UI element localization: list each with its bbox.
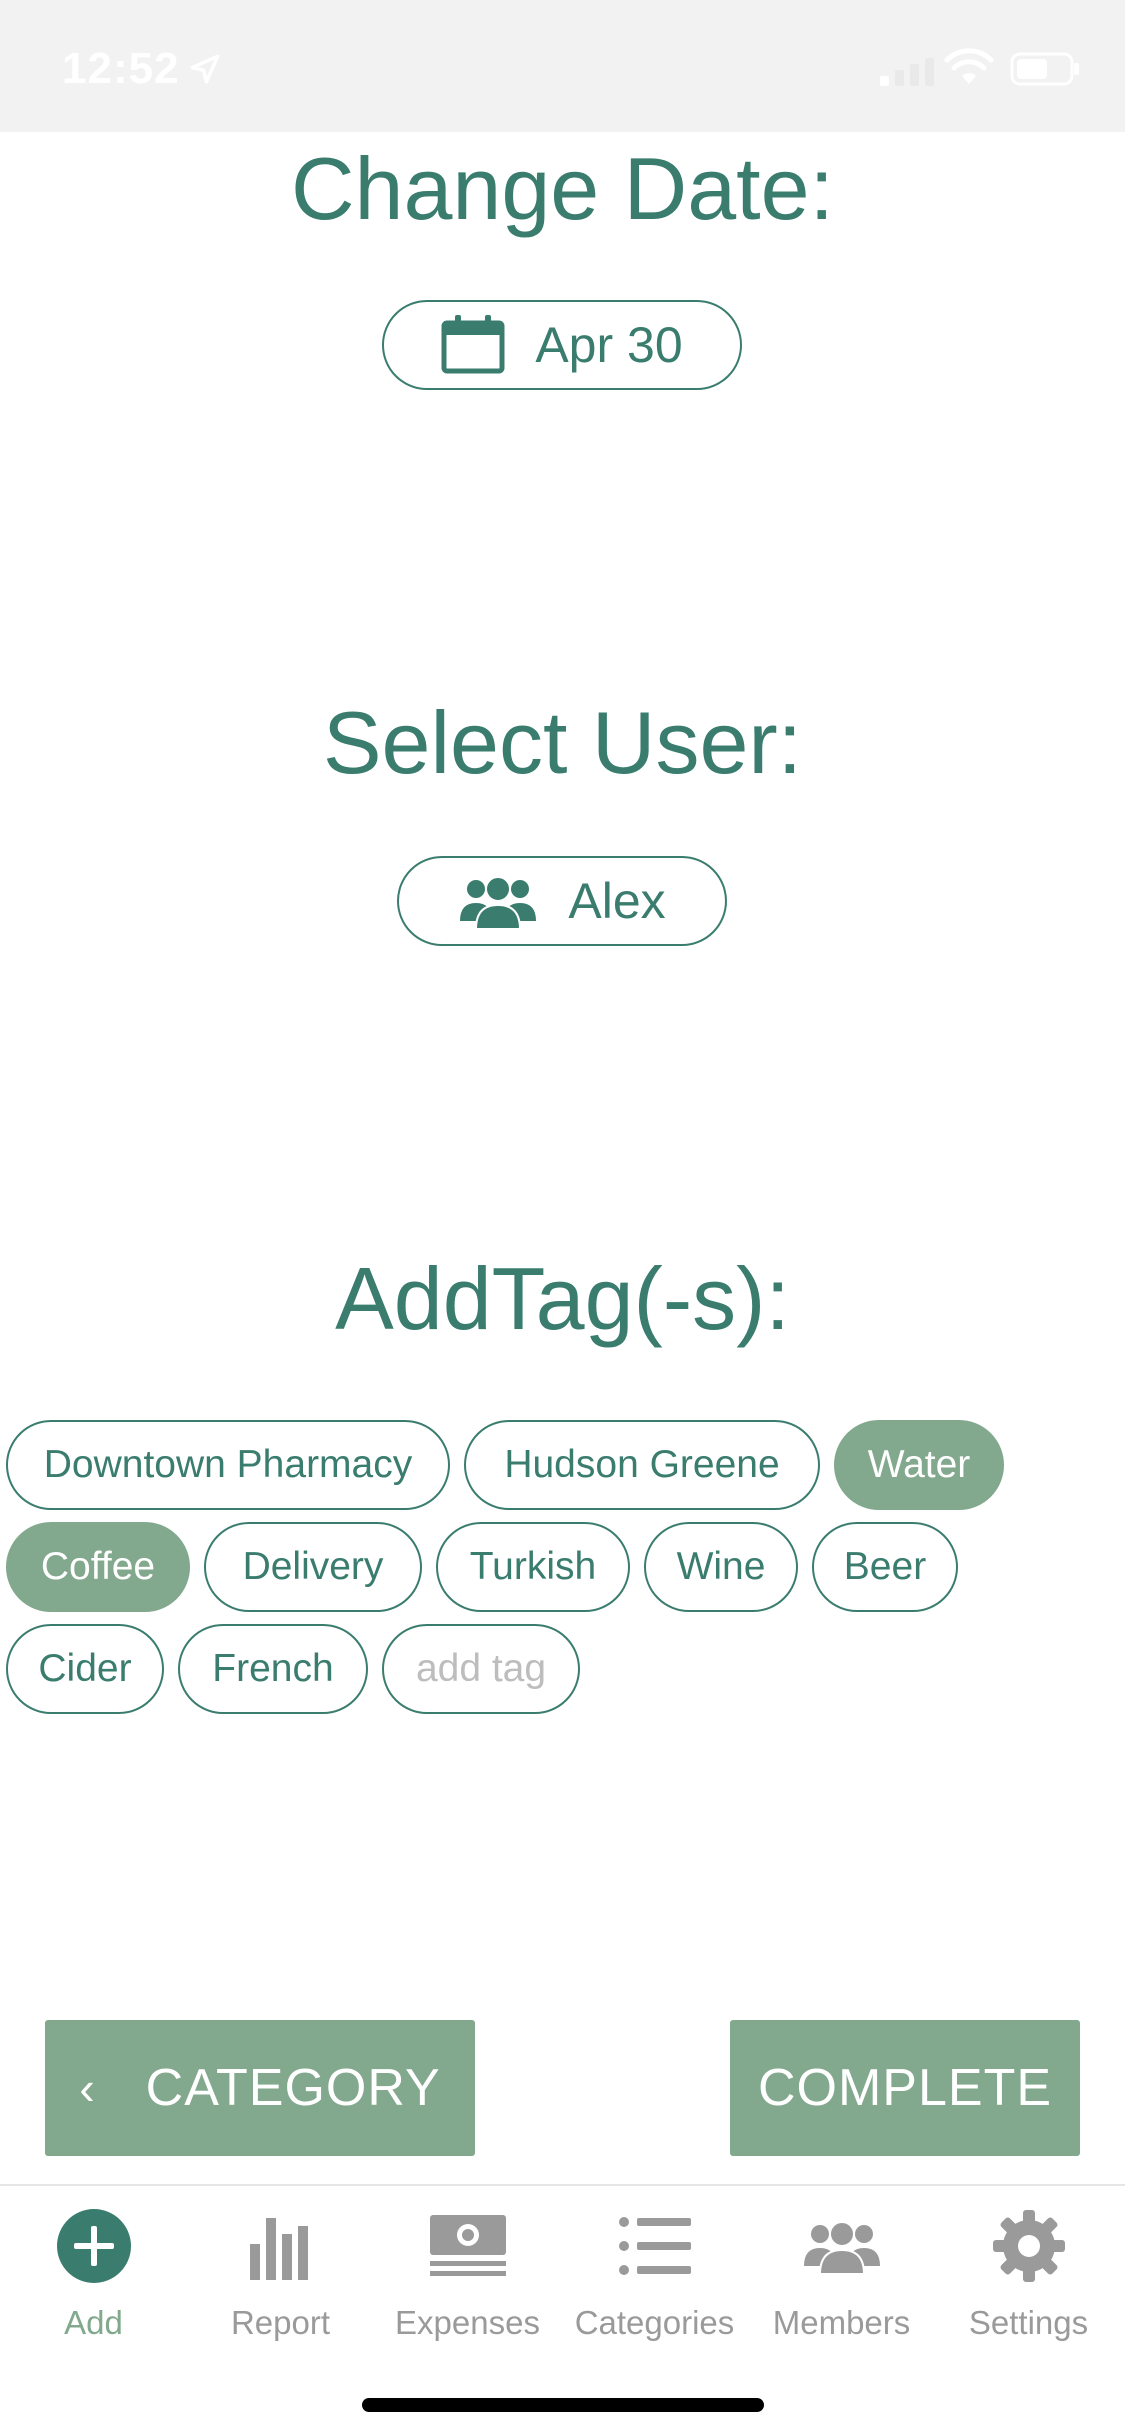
- battery-icon: [1010, 52, 1079, 86]
- home-indicator[interactable]: [362, 2398, 764, 2412]
- select-user-title: Select User:: [322, 693, 803, 792]
- status-bar: 12:52: [0, 0, 1125, 132]
- tag-chip-selected[interactable]: Coffee: [6, 1522, 190, 1612]
- group-icon: [803, 2221, 880, 2274]
- calendar-icon: [441, 315, 505, 374]
- user-value: Alex: [568, 873, 666, 929]
- tab-members[interactable]: Members: [748, 2206, 935, 2342]
- date-picker-button[interactable]: Apr 30: [382, 300, 742, 390]
- group-icon: [460, 876, 537, 929]
- tag-chip[interactable]: Delivery: [204, 1522, 422, 1612]
- money-icon: [429, 2215, 506, 2276]
- wifi-icon: [944, 48, 994, 84]
- tag-chip[interactable]: Turkish: [436, 1522, 630, 1612]
- change-date-title: Change Date:: [290, 139, 835, 238]
- tag-chip[interactable]: Cider: [6, 1624, 164, 1714]
- list-icon: [618, 2217, 691, 2275]
- back-button-label: CATEGORY: [145, 2059, 441, 2117]
- complete-button[interactable]: COMPLETE: [730, 2020, 1080, 2156]
- chevron-left-icon: ‹: [79, 2062, 96, 2114]
- tab-settings[interactable]: Settings: [935, 2206, 1122, 2342]
- location-arrow-icon: [190, 54, 220, 84]
- date-value: Apr 30: [535, 317, 683, 373]
- tag-chip[interactable]: Wine: [644, 1522, 798, 1612]
- tag-chip[interactable]: Beer: [812, 1522, 958, 1612]
- back-to-category-button[interactable]: ‹ CATEGORY: [45, 2020, 475, 2156]
- tag-chip[interactable]: Hudson Greene: [464, 1420, 820, 1510]
- gear-icon: [992, 2210, 1065, 2282]
- tab-categories[interactable]: Categories: [561, 2206, 748, 2342]
- add-icon: [56, 2209, 131, 2283]
- tab-report[interactable]: Report: [187, 2206, 374, 2342]
- status-time: 12:52: [62, 44, 180, 93]
- tag-chip[interactable]: French: [178, 1624, 368, 1714]
- add-tags-title: AddTag(-s):: [335, 1249, 790, 1348]
- tag-chip[interactable]: Downtown Pharmacy: [6, 1420, 450, 1510]
- tab-expenses[interactable]: Expenses: [374, 2206, 561, 2342]
- complete-button-label: COMPLETE: [757, 2059, 1053, 2117]
- add-tag-input[interactable]: add tag: [382, 1624, 580, 1714]
- user-picker-button[interactable]: Alex: [397, 856, 727, 946]
- bar-chart-icon: [249, 2218, 308, 2280]
- tag-chip-selected[interactable]: Water: [834, 1420, 1004, 1510]
- cellular-signal-icon: [880, 58, 934, 86]
- tab-add[interactable]: Add: [0, 2206, 187, 2342]
